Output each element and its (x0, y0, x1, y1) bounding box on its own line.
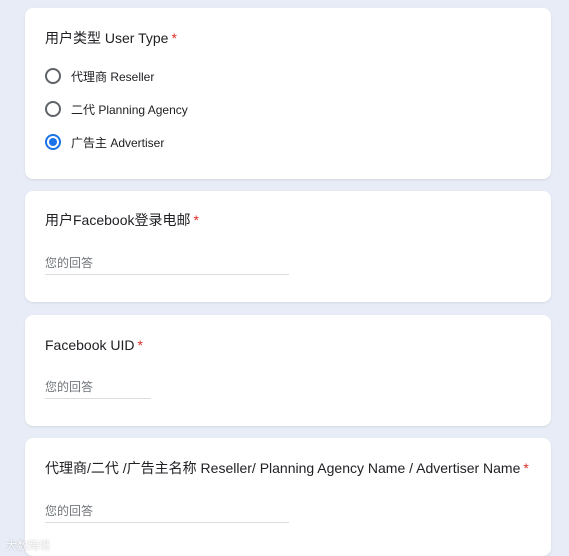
required-asterisk: * (137, 337, 143, 353)
radio-option-reseller[interactable]: 代理商 Reseller (45, 66, 154, 86)
question-card-facebook-uid: Facebook UID * (25, 315, 551, 426)
company-name-input[interactable] (45, 503, 289, 523)
required-asterisk: * (193, 212, 199, 228)
watermark: 大数跨境 (6, 537, 50, 553)
radio-button[interactable] (45, 68, 61, 84)
question-title: Facebook UID * (45, 336, 143, 354)
question-title: 用户Facebook登录电邮 * (45, 211, 199, 229)
radio-button[interactable] (45, 101, 61, 117)
facebook-uid-input[interactable] (45, 379, 151, 399)
question-title-text: Facebook UID (45, 337, 135, 353)
option-label: 代理商 Reseller (71, 69, 155, 84)
question-title-text: 代理商/二代 /广告主名称 Reseller/ Planning Agency … (45, 460, 521, 476)
question-card-facebook-email: 用户Facebook登录电邮 * (25, 191, 551, 302)
radio-option-planning-agency[interactable]: 二代 Planning Agency (45, 99, 188, 119)
required-asterisk: * (523, 460, 529, 476)
question-title: 代理商/二代 /广告主名称 Reseller/ Planning Agency … (45, 459, 529, 477)
question-title: 用户类型 User Type * (45, 29, 177, 47)
watermark-text: 大数跨境 (6, 540, 50, 552)
option-label: 二代 Planning Agency (71, 102, 188, 117)
question-card-company-name: 代理商/二代 /广告主名称 Reseller/ Planning Agency … (25, 438, 551, 556)
question-title-text: 用户类型 User Type (45, 30, 169, 46)
facebook-email-input[interactable] (45, 255, 289, 275)
required-asterisk: * (171, 30, 177, 46)
radio-button-selected[interactable] (45, 134, 61, 150)
option-label: 广告主 Advertiser (71, 135, 165, 150)
question-card-user-type: 用户类型 User Type * 代理商 Reseller 二代 Planning… (25, 8, 551, 179)
question-title-text: 用户Facebook登录电邮 (45, 212, 191, 228)
radio-option-advertiser[interactable]: 广告主 Advertiser (45, 132, 164, 152)
